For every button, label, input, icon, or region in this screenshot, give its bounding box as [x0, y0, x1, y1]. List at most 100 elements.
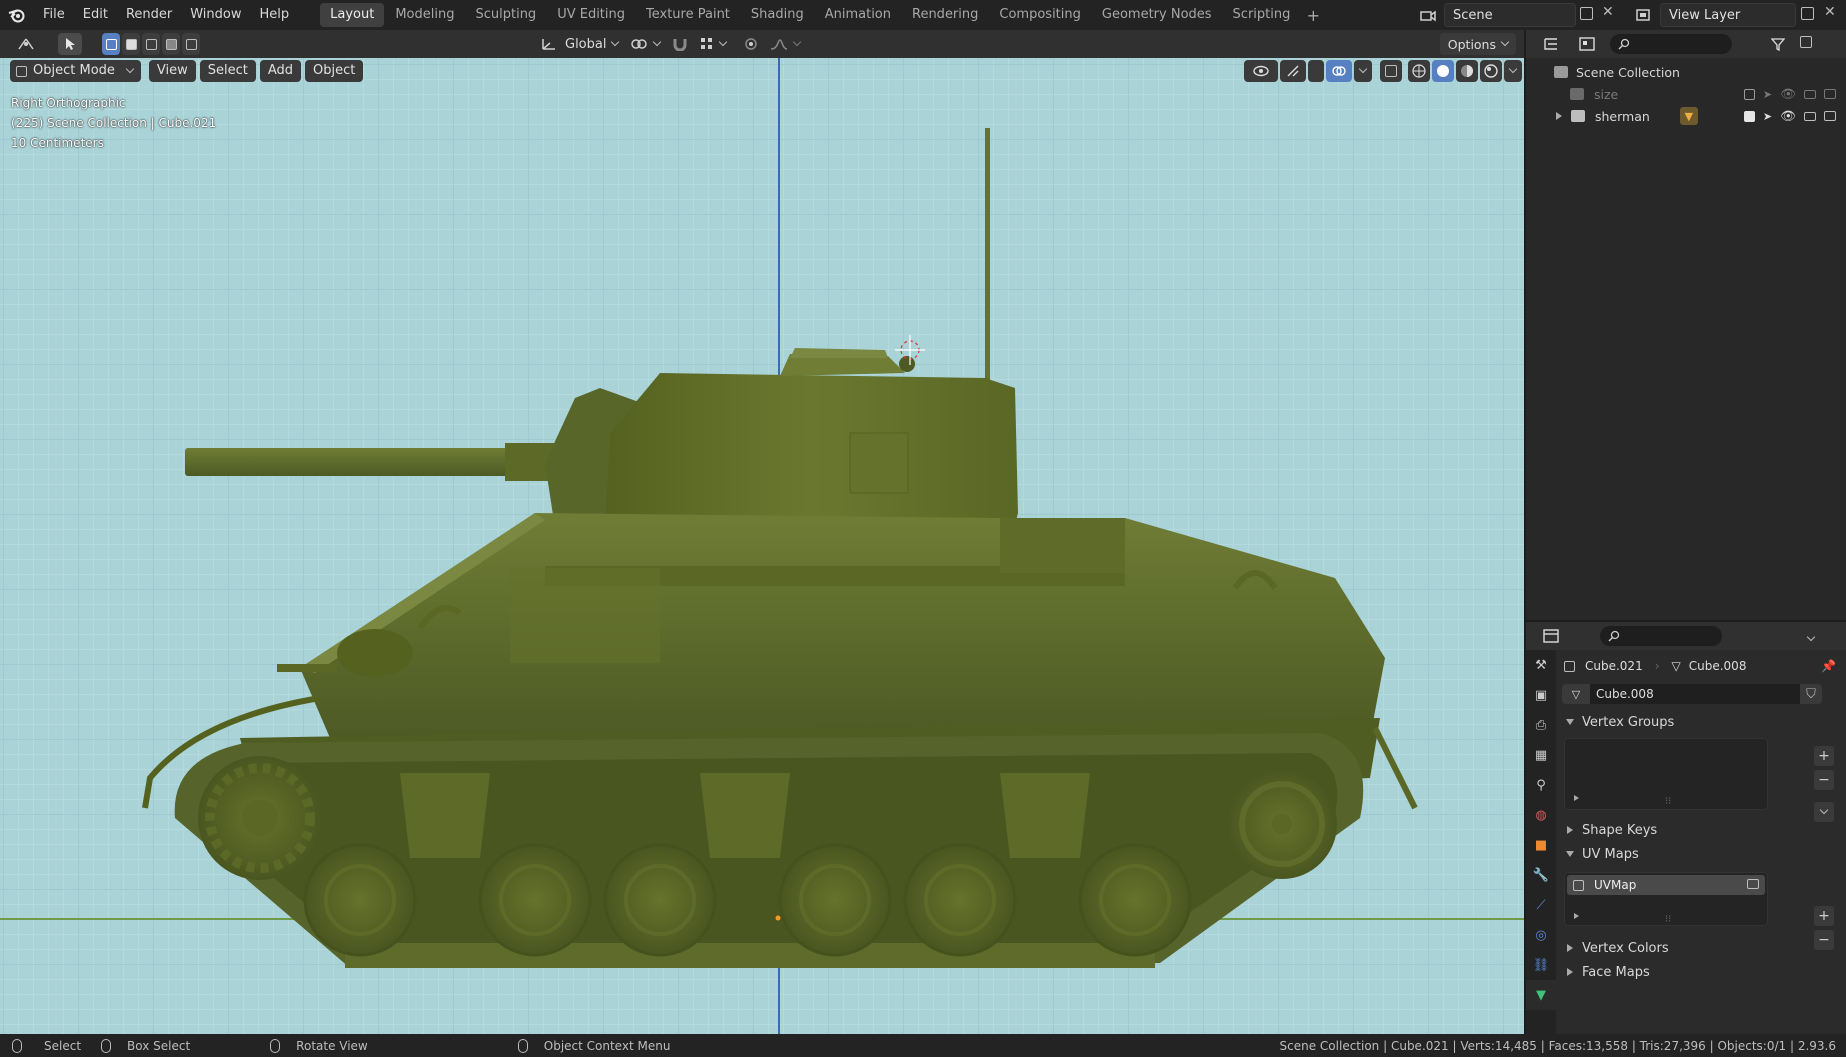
expand-arrow-icon[interactable]: [1556, 112, 1562, 120]
tab-view-layer[interactable]: ▦: [1526, 740, 1556, 770]
overlay-toggle-icon[interactable]: [1326, 60, 1352, 82]
panel-uv-maps[interactable]: UV Maps: [1556, 842, 1846, 866]
gizmo-toggle-icon[interactable]: [1280, 60, 1306, 82]
remove-vertex-group-button[interactable]: −: [1814, 770, 1834, 790]
exclude-checkbox[interactable]: [1743, 110, 1755, 122]
tab-geometry-nodes[interactable]: Geometry Nodes: [1092, 3, 1222, 27]
visibility-dropdown-icon[interactable]: [1244, 60, 1278, 82]
monitor-icon[interactable]: [1804, 87, 1816, 102]
panel-vertex-groups[interactable]: Vertex Groups: [1556, 710, 1846, 734]
list-resize-handle[interactable]: ⁝⁝: [1665, 914, 1671, 925]
wireframe-shading-icon[interactable]: [1408, 60, 1430, 82]
tab-scene[interactable]: ⚲: [1526, 770, 1556, 800]
filter-icon[interactable]: [1766, 37, 1790, 51]
rendered-shading-icon[interactable]: [1480, 60, 1502, 82]
mesh-data-icon[interactable]: ▼: [1679, 107, 1698, 125]
menu-render[interactable]: Render: [117, 0, 181, 30]
menu-view[interactable]: View: [148, 60, 196, 82]
delete-scene-icon[interactable]: ✕: [1602, 4, 1614, 20]
tab-render[interactable]: ▣: [1526, 680, 1556, 710]
pivot-point-dropdown[interactable]: [624, 33, 666, 55]
vertex-groups-list[interactable]: ⁝⁝: [1564, 738, 1768, 810]
view-layer-icon[interactable]: [1630, 5, 1658, 25]
mode-dropdown[interactable]: Object Mode: [10, 60, 141, 82]
uv-maps-list[interactable]: UVMap ⁝⁝: [1564, 872, 1768, 926]
tab-animation[interactable]: Animation: [815, 3, 901, 27]
tab-scripting[interactable]: Scripting: [1223, 3, 1301, 27]
menu-help[interactable]: Help: [251, 0, 299, 30]
scene-field[interactable]: Scene: [1444, 3, 1576, 27]
tab-modeling[interactable]: Modeling: [385, 3, 464, 27]
select-subtract-icon[interactable]: [142, 33, 160, 55]
editor-type-icon[interactable]: [8, 33, 44, 55]
blender-logo-icon[interactable]: [0, 0, 34, 30]
overlay-dropdown-icon[interactable]: [1354, 60, 1372, 82]
eye-icon[interactable]: 👁: [1780, 108, 1796, 124]
list-resize-handle[interactable]: ⁝⁝: [1665, 796, 1671, 807]
vertex-group-specials-button[interactable]: [1814, 802, 1834, 822]
shading-dropdown-icon[interactable]: [1504, 60, 1522, 82]
monitor-icon[interactable]: [1804, 109, 1816, 124]
proportional-edit-toggle[interactable]: [738, 33, 764, 55]
transform-orientation-dropdown[interactable]: Global: [535, 33, 624, 55]
select-tool-icon[interactable]: [58, 33, 82, 55]
tab-uv-editing[interactable]: UV Editing: [547, 3, 635, 27]
outliner-item-sherman[interactable]: sherman ▼ ➤ 👁: [1526, 105, 1846, 127]
list-expand-icon[interactable]: [1574, 913, 1579, 919]
options-dropdown[interactable]: Options: [1439, 33, 1516, 55]
properties-options-icon[interactable]: [1802, 629, 1816, 644]
outliner-root-row[interactable]: Scene Collection: [1526, 61, 1846, 83]
tab-world[interactable]: ◍: [1526, 800, 1556, 830]
3d-viewport[interactable]: Object Mode View Select Add Object Right…: [0, 58, 1524, 1034]
snap-toggle[interactable]: [666, 33, 694, 55]
new-view-layer-icon[interactable]: [1801, 7, 1814, 24]
snap-target-dropdown[interactable]: [694, 33, 732, 55]
sherman-tank-model[interactable]: [0, 58, 1524, 1034]
camera-icon[interactable]: [1824, 87, 1836, 102]
panel-vertex-colors[interactable]: Vertex Colors: [1556, 936, 1846, 960]
xray-toggle-icon[interactable]: [1380, 60, 1402, 82]
tab-object[interactable]: ■: [1526, 830, 1556, 860]
tab-tool[interactable]: ⚒: [1526, 650, 1556, 680]
mesh-name-field[interactable]: Cube.008: [1590, 684, 1800, 704]
view-layer-field[interactable]: View Layer: [1660, 3, 1796, 27]
tab-rendering[interactable]: Rendering: [902, 3, 988, 27]
solid-shading-icon[interactable]: [1432, 60, 1454, 82]
tab-shading[interactable]: Shading: [741, 3, 814, 27]
scene-selector-icon[interactable]: [1414, 5, 1442, 25]
camera-icon[interactable]: [1747, 878, 1759, 892]
tab-output[interactable]: ⎙: [1526, 710, 1556, 740]
properties-search-input[interactable]: [1600, 626, 1722, 646]
tab-layout[interactable]: Layout: [320, 3, 385, 27]
display-mode-icon[interactable]: [1572, 33, 1602, 55]
tab-modifiers[interactable]: 🔧: [1526, 860, 1556, 890]
add-workspace-button[interactable]: +: [1301, 6, 1325, 25]
add-vertex-group-button[interactable]: +: [1814, 746, 1834, 766]
tab-physics[interactable]: ◎: [1526, 920, 1556, 950]
material-shading-icon[interactable]: [1456, 60, 1478, 82]
pin-icon[interactable]: 📌: [1821, 659, 1836, 673]
outliner-item-size[interactable]: size ➤ 👁: [1526, 83, 1846, 105]
tab-mesh-data[interactable]: ▼: [1526, 980, 1556, 1010]
tab-constraints[interactable]: ⛓: [1526, 950, 1556, 980]
select-intersect-icon[interactable]: [182, 33, 200, 55]
menu-select[interactable]: Select: [199, 60, 256, 82]
gizmo-dropdown-icon[interactable]: [1308, 60, 1324, 82]
uv-map-item[interactable]: UVMap: [1567, 875, 1765, 895]
menu-window[interactable]: Window: [181, 0, 250, 30]
eye-icon[interactable]: 👁: [1780, 86, 1796, 102]
selectable-icon[interactable]: ➤: [1763, 110, 1772, 123]
tab-sculpting[interactable]: Sculpting: [465, 3, 546, 27]
new-scene-icon[interactable]: [1580, 7, 1596, 23]
add-uv-map-button[interactable]: +: [1814, 906, 1834, 926]
mesh-browse-dropdown[interactable]: ▽: [1562, 684, 1590, 704]
menu-object[interactable]: Object: [305, 60, 364, 82]
tab-texture-paint[interactable]: Texture Paint: [636, 3, 740, 27]
exclude-checkbox[interactable]: [1743, 88, 1755, 100]
select-new-icon[interactable]: [102, 33, 120, 55]
properties-editor-type-icon[interactable]: [1536, 629, 1566, 643]
panel-face-maps[interactable]: Face Maps: [1556, 960, 1846, 984]
select-extend-icon[interactable]: [122, 33, 140, 55]
list-expand-icon[interactable]: [1574, 795, 1579, 801]
remove-uv-map-button[interactable]: −: [1814, 930, 1834, 950]
